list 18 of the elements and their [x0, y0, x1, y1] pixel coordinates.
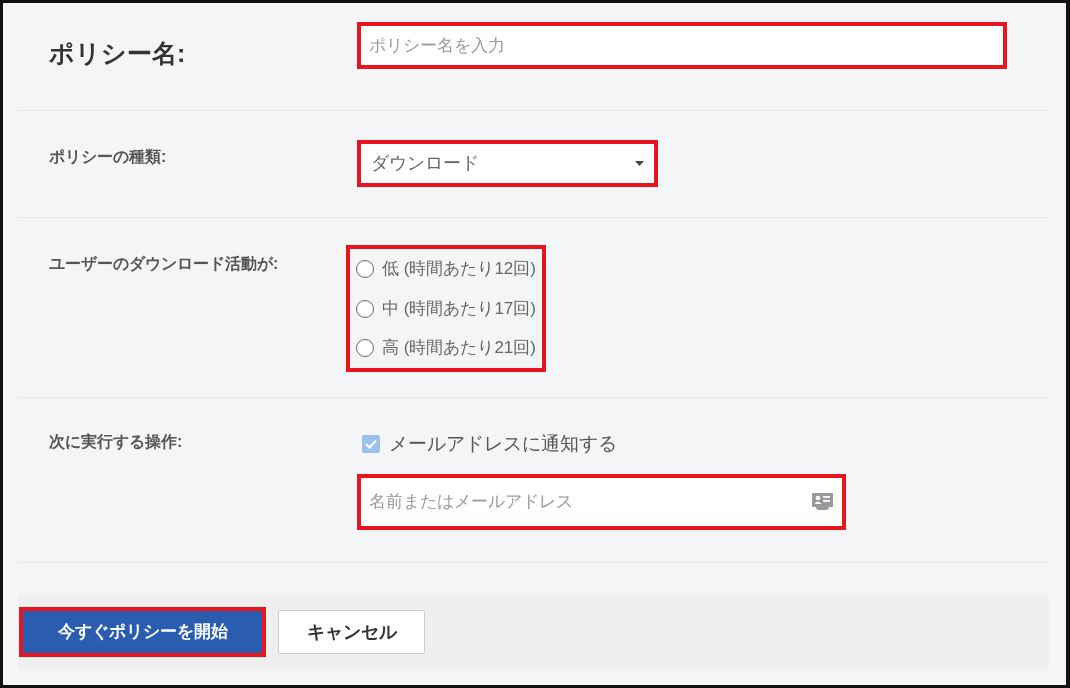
field-label: ポリシーの種類: [48, 147, 168, 167]
start-policy-button[interactable]: 今すぐポリシーを開始 [23, 611, 262, 653]
radio-button[interactable] [356, 299, 374, 318]
radio-button[interactable] [356, 339, 374, 358]
field-label: ポリシー名: [48, 37, 187, 69]
checkbox[interactable] [362, 435, 380, 454]
cancel-button[interactable]: キャンセル [278, 610, 425, 654]
field-label: 次に実行する操作: [48, 432, 184, 452]
radio-label[interactable]: 中 (時間あたり17回) [382, 295, 536, 322]
contact-card-icon[interactable] [811, 492, 834, 511]
policy-type-dropdown[interactable]: ダウンロード [361, 144, 654, 183]
caret-icon [635, 161, 644, 166]
policy-name-field[interactable]: ポリシー名を入力 [361, 26, 1003, 65]
radio-button[interactable] [356, 259, 374, 278]
radio-label[interactable]: 高 (時間あたり21回) [382, 335, 536, 361]
radio-label[interactable]: 低 (時間あたり12回) [382, 256, 536, 282]
checkbox-label[interactable]: メールアドレスに通知する [389, 430, 617, 459]
field-label: ユーザーのダウンロード活動が: [48, 254, 280, 274]
